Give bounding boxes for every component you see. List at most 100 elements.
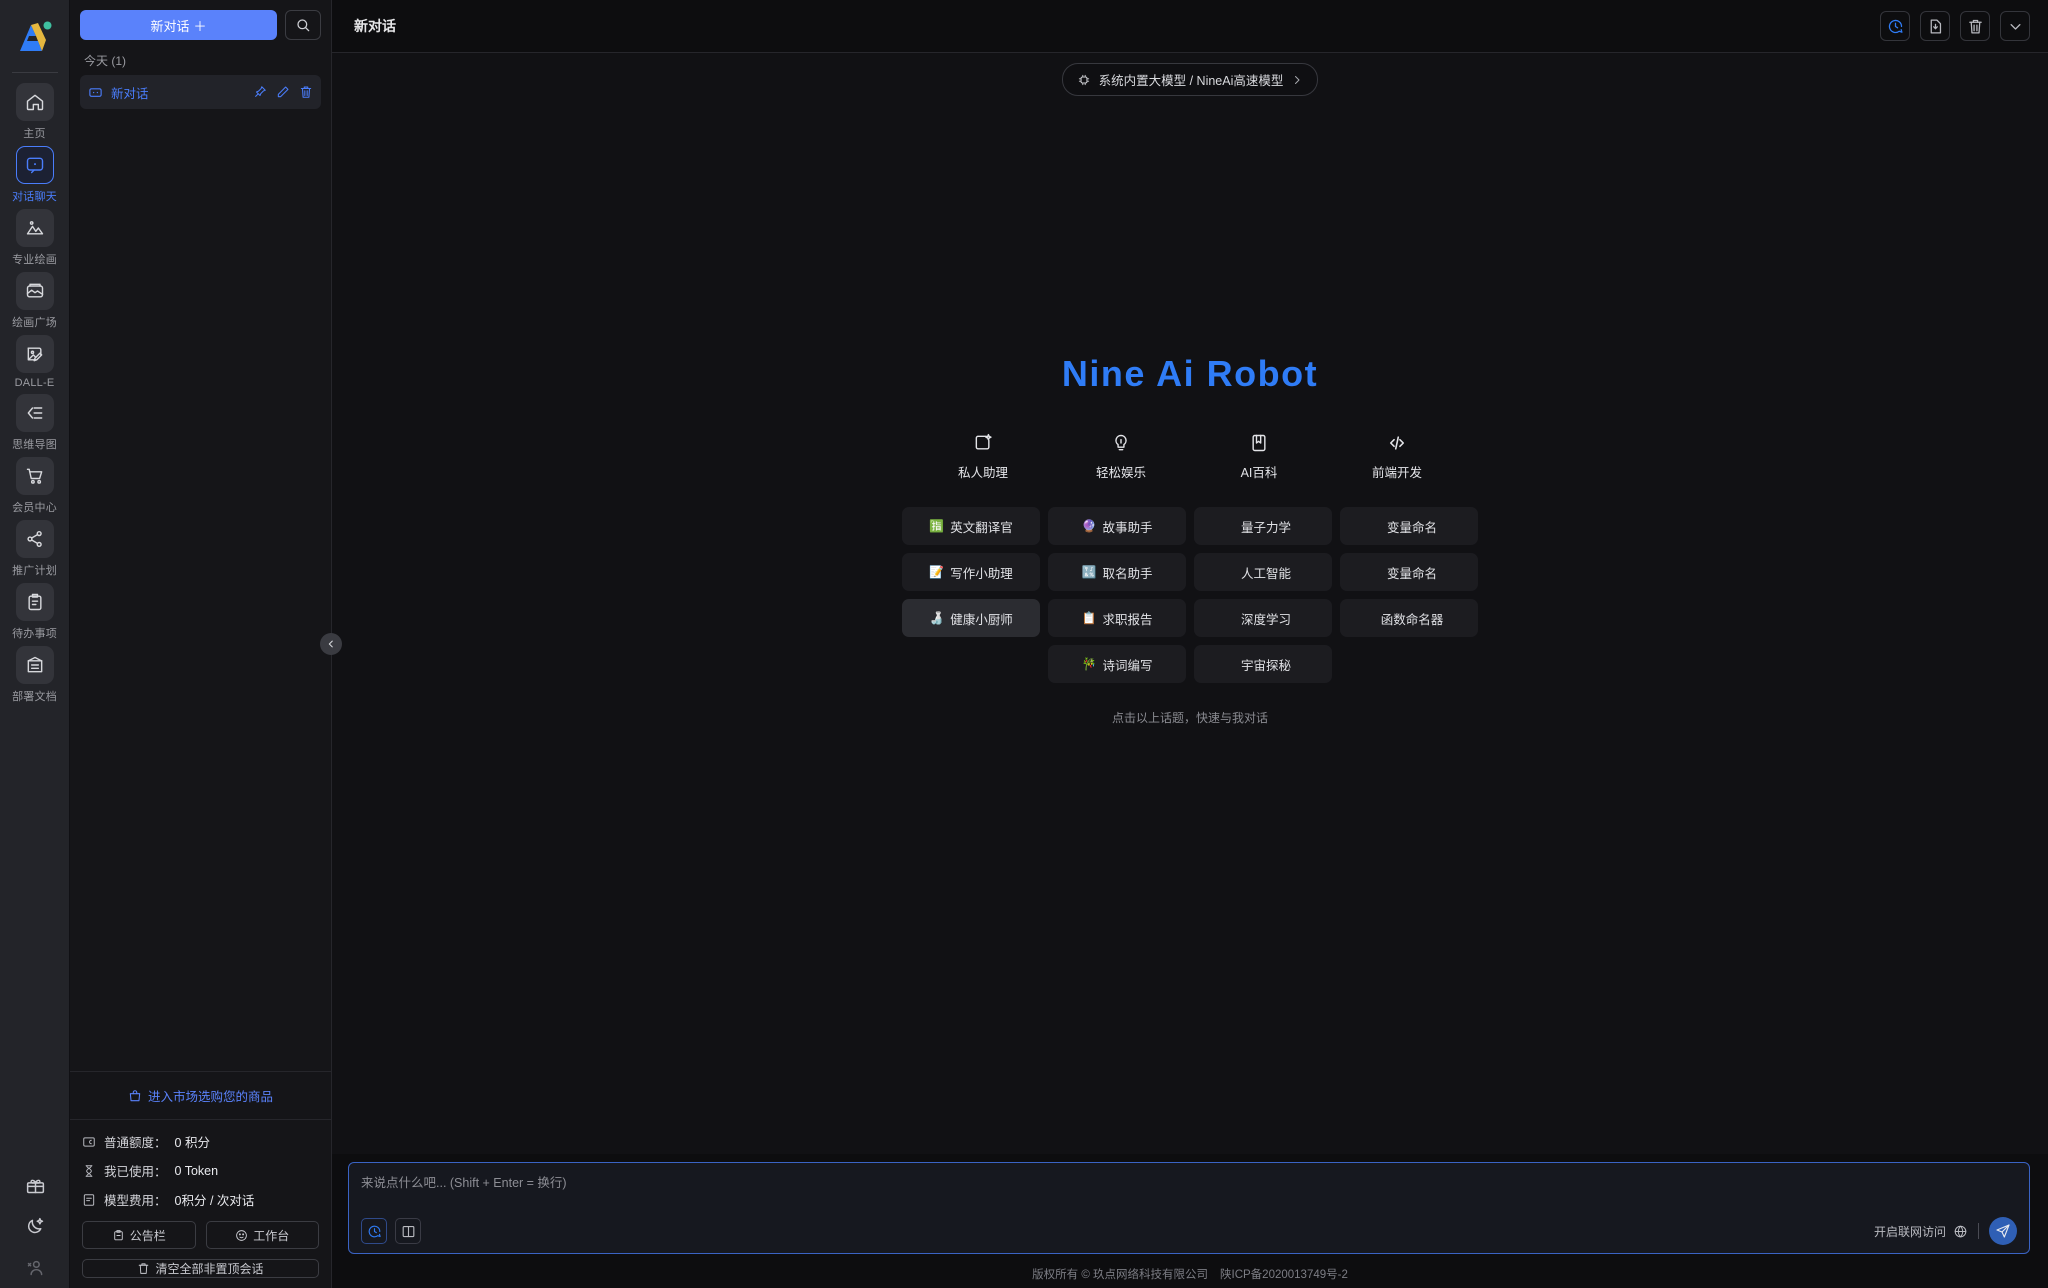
network-access-toggle[interactable]: 开启联网访问: [1874, 1223, 1968, 1240]
moon-star-icon[interactable]: [25, 1216, 46, 1237]
model-selector[interactable]: 系统内置大模型 / NineAi高速模型: [1061, 63, 1319, 96]
sidebar-item-todo[interactable]: 待办事项: [6, 583, 64, 643]
card-label: 变量命名: [1386, 566, 1437, 581]
sidebar-item-label: 思维导图: [12, 439, 57, 451]
announcements-button[interactable]: 公告栏: [82, 1221, 196, 1249]
sidebar-item-affiliate[interactable]: 推广计划: [6, 520, 64, 580]
main-area: 新对话 系统内置大模型 / NineAi高速模型 Nine Ai Robot 私…: [332, 0, 2048, 1288]
sidebar-item-mindmap[interactable]: 思维导图: [6, 394, 64, 454]
prompt-card[interactable]: 📝 写作小助理: [902, 553, 1040, 591]
document-archive-icon: [15, 646, 54, 684]
card-emoji-icon: 🔮: [1081, 519, 1097, 533]
sidebar-item-drawing[interactable]: 专业绘画: [6, 209, 64, 269]
credit-row-used: 我已使用： 0 Token: [82, 1161, 319, 1180]
prompt-history-button[interactable]: [361, 1218, 387, 1244]
add-user-icon[interactable]: [25, 1257, 46, 1278]
prompt-card[interactable]: 变量命名: [1340, 553, 1478, 591]
credit-label: 我已使用：: [104, 1165, 167, 1179]
search-button[interactable]: [285, 10, 321, 40]
history-button[interactable]: [1880, 11, 1910, 41]
app-logo[interactable]: [12, 14, 58, 60]
card-emoji-icon: 🈯: [929, 519, 945, 533]
receipt-icon: [82, 1193, 96, 1207]
card-label: 故事助手: [1102, 520, 1153, 535]
collapse-sidebar-handle[interactable]: [320, 633, 342, 655]
group-title: 今天: [84, 54, 109, 68]
prompt-card-placeholder: [902, 645, 1040, 683]
megaphone-icon: [112, 1229, 125, 1242]
button-label: 清空全部非置顶会话: [155, 1262, 264, 1276]
prompt-library-button[interactable]: [395, 1218, 421, 1244]
card-label: 写作小助理: [950, 566, 1013, 581]
prompt-card-placeholder: [1340, 645, 1478, 683]
prompt-card[interactable]: 🍶 健康小厨师: [902, 599, 1040, 637]
delete-icon[interactable]: [299, 85, 313, 99]
input-bottom-bar: 开启联网访问: [361, 1217, 2017, 1245]
sidebar-item-label: DALL-E: [14, 377, 55, 389]
clear-button[interactable]: [1960, 11, 1990, 41]
more-button[interactable]: [2000, 11, 2030, 41]
gift-icon[interactable]: [25, 1175, 46, 1196]
card-label: 求职报告: [1102, 612, 1153, 627]
pin-icon[interactable]: [253, 85, 267, 99]
prompt-card[interactable]: 📋 求职报告: [1048, 599, 1186, 637]
conversation-toolbar: 新对话 ＋: [70, 0, 331, 40]
prompt-card[interactable]: 深度学习: [1194, 599, 1332, 637]
network-access-label: 开启联网访问: [1873, 1224, 1946, 1239]
footer-copyright: 版权所有 © 玖点网络科技有限公司: [1032, 1269, 1208, 1281]
category-encyclopedia[interactable]: AI百科: [1190, 433, 1328, 481]
rail-bottom-actions: [0, 1175, 70, 1278]
category-frontend[interactable]: 前端开发: [1328, 433, 1466, 481]
model-chip-icon: [1077, 73, 1091, 87]
message-input-placeholder: 来说点什么吧... (Shift + Enter = 换行): [361, 1176, 567, 1190]
market-link-label: 进入市场选购您的商品: [147, 1090, 273, 1104]
workbench-button[interactable]: 工作台: [205, 1221, 319, 1249]
prompt-card[interactable]: 人工智能: [1194, 553, 1332, 591]
rail-divider: [11, 72, 58, 73]
share-nodes-icon: [15, 520, 54, 558]
book-icon: [1249, 433, 1269, 453]
message-input-box[interactable]: 来说点什么吧... (Shift + Enter = 换行) 开启联网访问: [348, 1162, 2030, 1254]
prompt-card[interactable]: 变量命名: [1340, 507, 1478, 545]
list-item[interactable]: 新对话: [80, 75, 321, 109]
search-icon: [295, 17, 311, 33]
clear-conversations-button[interactable]: 清空全部非置顶会话: [82, 1259, 319, 1278]
input-area: 来说点什么吧... (Shift + Enter = 换行) 开启联网访问: [332, 1154, 2048, 1260]
prompt-card[interactable]: 🔣 取名助手: [1048, 553, 1186, 591]
card-label: 诗词编写: [1102, 658, 1153, 673]
sidebar-item-chat[interactable]: 对话聊天: [6, 146, 64, 206]
market-link[interactable]: 进入市场选购您的商品: [70, 1071, 331, 1119]
conversation-spacer: [70, 109, 331, 1071]
grid-hint: 点击以上话题，快速与我对话: [1111, 711, 1268, 725]
divider: [1978, 1223, 1979, 1239]
group-count: (1): [111, 54, 127, 68]
prompt-card[interactable]: 函数命名器: [1340, 599, 1478, 637]
category-entertainment[interactable]: 轻松娱乐: [1052, 433, 1190, 481]
card-emoji-icon: 🎋: [1081, 657, 1097, 671]
credits-buttons: 公告栏 工作台: [82, 1221, 319, 1249]
image-pen-icon: [15, 335, 54, 373]
prompt-card[interactable]: 宇宙探秘: [1194, 645, 1332, 683]
prompt-card[interactable]: 量子力学: [1194, 507, 1332, 545]
sidebar-item-gallery[interactable]: 绘画广场: [6, 272, 64, 332]
send-button[interactable]: [1989, 1217, 2017, 1245]
category-personal-assistant[interactable]: 私人助理: [914, 433, 1052, 481]
edit-icon[interactable]: [276, 85, 290, 99]
prompt-card[interactable]: 🔮 故事助手: [1048, 507, 1186, 545]
sidebar-item-home[interactable]: 主页: [6, 83, 64, 143]
sidebar-item-membership[interactable]: 会员中心: [6, 457, 64, 517]
new-chat-button[interactable]: 新对话 ＋: [80, 10, 277, 40]
credit-label: 普通额度：: [104, 1136, 167, 1150]
card-emoji-icon: 📋: [1081, 611, 1097, 625]
prompt-card[interactable]: 🈯 英文翻译官: [902, 507, 1040, 545]
sidebar-item-dalle[interactable]: DALL-E: [6, 335, 64, 391]
app-root: 主页 对话聊天 专业绘画 绘画广场 DALL-E 思维导图 会员中心 推广计划 …: [0, 0, 2048, 1288]
prompt-card[interactable]: 🎋 诗词编写: [1048, 645, 1186, 683]
card-label: 人工智能: [1240, 566, 1291, 581]
save-file-button[interactable]: [1920, 11, 1950, 41]
sidebar-item-docs[interactable]: 部署文档: [6, 646, 64, 706]
sidebar-item-label: 主页: [23, 128, 46, 140]
shopping-cart-icon: [15, 457, 54, 495]
model-selector-label: 系统内置大模型 / NineAi高速模型: [1098, 74, 1284, 88]
card-label: 健康小厨师: [950, 612, 1013, 627]
